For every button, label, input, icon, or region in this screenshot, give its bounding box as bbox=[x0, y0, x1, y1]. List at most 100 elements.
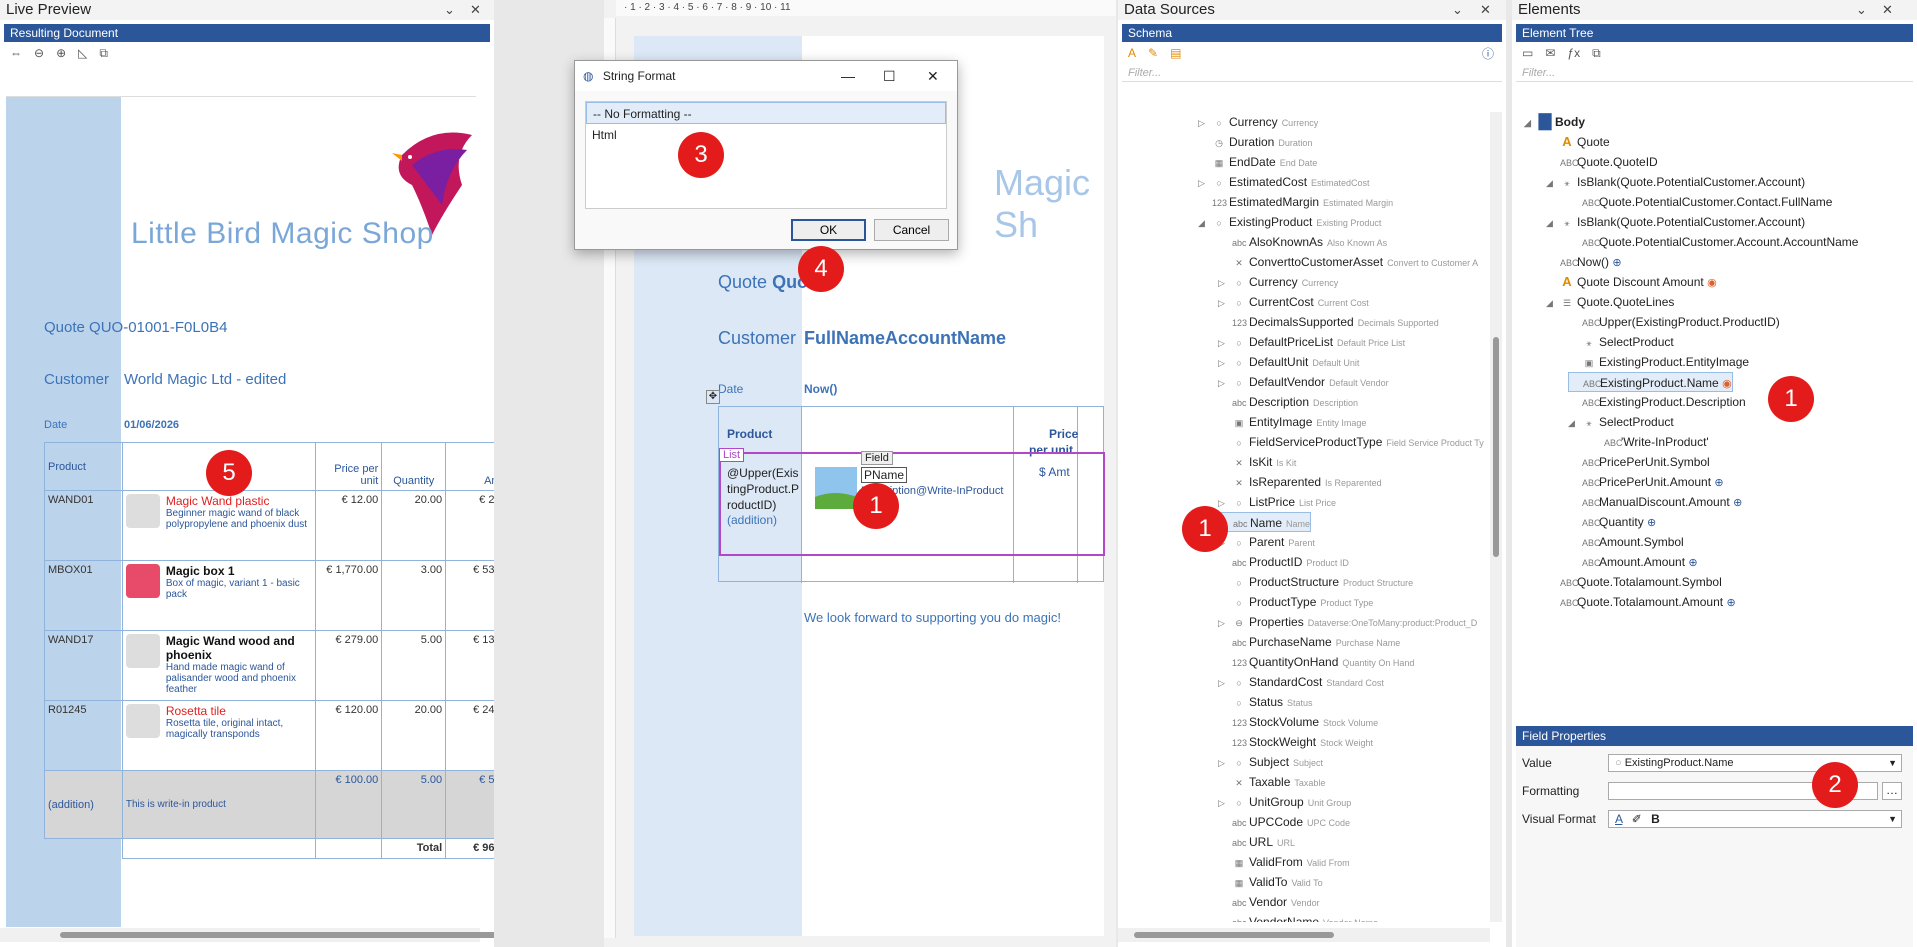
element-node[interactable]: ABCExistingProduct.Description bbox=[1568, 392, 1746, 412]
amount-field[interactable]: $ Amt bbox=[1039, 465, 1070, 479]
element-node[interactable]: ABCQuote.QuoteID bbox=[1546, 152, 1658, 172]
expand-arrow-icon[interactable]: ◢ bbox=[1546, 293, 1556, 313]
dialog-close-icon[interactable]: ✕ bbox=[927, 61, 939, 91]
schema-node[interactable]: ▣ EntityImage Entity Image bbox=[1218, 412, 1367, 432]
schema-filter-input[interactable]: Filter... bbox=[1122, 64, 1502, 82]
schema-node[interactable]: ▦ ValidFrom Valid From bbox=[1218, 852, 1350, 872]
expand-arrow-icon[interactable]: ▷ bbox=[1218, 373, 1228, 393]
note-icon[interactable]: ✉ bbox=[1545, 46, 1555, 60]
schema-node[interactable]: abc ProductID Product ID bbox=[1218, 552, 1349, 572]
schema-node[interactable]: ▷ ○ DefaultVendor Default Vendor bbox=[1218, 372, 1389, 392]
expand-arrow-icon[interactable]: ◢ bbox=[1524, 113, 1534, 133]
schema-node[interactable]: ○ ProductType Product Type bbox=[1218, 592, 1373, 612]
schema-node[interactable]: abc PurchaseName Purchase Name bbox=[1218, 632, 1400, 652]
expand-arrow-icon[interactable]: ▷ bbox=[1218, 333, 1228, 353]
table-icon[interactable]: ▤ bbox=[1170, 46, 1181, 60]
schema-node[interactable]: abc AlsoKnownAs Also Known As bbox=[1218, 232, 1387, 252]
product-name-field[interactable]: PName bbox=[861, 467, 908, 483]
copy-icon[interactable]: ⧉ bbox=[1592, 46, 1601, 61]
schema-node[interactable]: ▦ ValidTo Valid To bbox=[1218, 872, 1323, 892]
schema-node[interactable]: 123 StockWeight Stock Weight bbox=[1218, 732, 1373, 752]
format-option-none[interactable]: -- No Formatting -- bbox=[586, 102, 946, 124]
maximize-icon[interactable]: ☐ bbox=[883, 61, 896, 91]
schema-node[interactable]: ✕ IsKit Is Kit bbox=[1218, 452, 1296, 472]
minimize-icon[interactable]: — bbox=[841, 61, 855, 91]
schema-node[interactable]: ▷ ○ DefaultPriceList Default Price List bbox=[1218, 332, 1405, 352]
schema-node[interactable]: ◷ Duration Duration bbox=[1198, 132, 1312, 152]
text-icon[interactable]: A bbox=[1128, 46, 1136, 60]
schema-node[interactable]: abc Vendor Vendor bbox=[1218, 892, 1320, 912]
expand-arrow-icon[interactable]: ▷ bbox=[1218, 673, 1228, 693]
expand-arrow-icon[interactable]: ▷ bbox=[1218, 793, 1228, 813]
zoom-out-icon[interactable]: ⊖ bbox=[34, 46, 44, 60]
schema-node[interactable]: ✕ IsReparented Is Reparented bbox=[1218, 472, 1381, 492]
horizontal-scrollbar[interactable] bbox=[0, 928, 494, 942]
element-node[interactable]: ABCQuote.Totalamount.Amount ⊕ bbox=[1546, 592, 1736, 612]
editor-date-field[interactable]: Now() bbox=[804, 382, 837, 396]
schema-node[interactable]: ▷ ○ Currency Currency bbox=[1198, 112, 1318, 132]
schema-node[interactable]: ▷ ○ StandardCost Standard Cost bbox=[1218, 672, 1384, 692]
element-filter-input[interactable]: Filter... bbox=[1516, 64, 1913, 82]
schema-node[interactable]: 123 QuantityOnHand Quantity On Hand bbox=[1218, 652, 1414, 672]
schema-node[interactable]: abc Name Name bbox=[1218, 512, 1312, 532]
format-option-html[interactable]: Html bbox=[586, 124, 946, 146]
ruler-icon[interactable]: ◺ bbox=[78, 46, 87, 60]
chevron-down-icon[interactable]: ⌄ bbox=[444, 0, 455, 20]
element-node[interactable]: ◢ ⚹ SelectProduct bbox=[1568, 412, 1674, 432]
element-node[interactable]: ⚹ SelectProduct bbox=[1568, 332, 1673, 352]
expand-arrow-icon[interactable]: ▷ bbox=[1218, 613, 1228, 633]
expand-arrow-icon[interactable]: ▷ bbox=[1198, 113, 1208, 133]
schema-node[interactable]: ▷ ○ CurrentCost Current Cost bbox=[1218, 292, 1369, 312]
element-node[interactable]: ABCAmount.Symbol bbox=[1568, 532, 1684, 552]
expand-arrow-icon[interactable]: ◢ bbox=[1198, 213, 1208, 233]
element-node[interactable]: ABCExistingProduct.Name ◉ bbox=[1568, 372, 1733, 392]
formatting-browse-button[interactable]: … bbox=[1882, 782, 1902, 800]
element-node[interactable]: ▣ ExistingProduct.EntityImage bbox=[1568, 352, 1749, 372]
schema-node[interactable]: ◢ ○ ExistingProduct Existing Product bbox=[1198, 212, 1381, 232]
close-icon[interactable]: ✕ bbox=[1480, 0, 1491, 20]
chevron-down-icon[interactable]: ⌄ bbox=[1452, 0, 1463, 20]
schema-node[interactable]: ▷ ⊖ Properties Dataverse:OneToMany:product:… bbox=[1218, 612, 1477, 632]
schema-node[interactable]: ○ FieldServiceProductType Field Service Pr… bbox=[1218, 432, 1484, 452]
schema-node[interactable]: 123 EstimatedMargin Estimated Margin bbox=[1198, 192, 1393, 212]
schema-node[interactable]: 123 DecimalsSupported Decimals Supported bbox=[1218, 312, 1439, 332]
value-select[interactable]: ○ ExistingProduct.Name ▼ bbox=[1608, 754, 1902, 772]
element-node[interactable]: ABCQuote.PotentialCustomer.Contact.FullN… bbox=[1568, 192, 1832, 212]
close-icon[interactable]: ✕ bbox=[1882, 0, 1893, 20]
element-node[interactable]: ◢ ▇ Body bbox=[1524, 112, 1585, 132]
schema-node[interactable]: abc URL URL bbox=[1218, 832, 1295, 852]
schema-node[interactable]: ✕ Taxable Taxable bbox=[1218, 772, 1325, 792]
expand-arrow-icon[interactable]: ▷ bbox=[1218, 493, 1228, 513]
schema-node[interactable]: ○ Status Status bbox=[1218, 692, 1312, 712]
element-node[interactable]: ◢ ☰ Quote.QuoteLines bbox=[1546, 292, 1674, 312]
fit-width-icon[interactable]: ⇔ bbox=[10, 46, 22, 60]
element-node[interactable]: ABCAmount.Amount ⊕ bbox=[1568, 552, 1698, 572]
element-node[interactable]: ABC'Write-InProduct' bbox=[1590, 432, 1709, 452]
expand-arrow-icon[interactable]: ▷ bbox=[1198, 173, 1208, 193]
element-node[interactable]: ABCPricePerUnit.Amount ⊕ bbox=[1568, 472, 1724, 492]
expand-arrow-icon[interactable]: ▷ bbox=[1218, 293, 1228, 313]
element-node[interactable]: ABCUpper(ExistingProduct.ProductID) bbox=[1568, 312, 1780, 332]
ok-button[interactable]: OK bbox=[791, 219, 866, 241]
expand-arrow-icon[interactable]: ◢ bbox=[1546, 213, 1556, 233]
schema-node[interactable]: ▷ ○ DefaultUnit Default Unit bbox=[1218, 352, 1359, 372]
expand-arrow-icon[interactable]: ▷ bbox=[1218, 753, 1228, 773]
element-node[interactable]: ABCQuote.Totalamount.Symbol bbox=[1546, 572, 1722, 592]
visual-format-select[interactable]: A ✐ B ▼ bbox=[1608, 810, 1902, 828]
pages-icon[interactable]: ⧉ bbox=[99, 46, 108, 61]
schema-horizontal-scrollbar[interactable] bbox=[1118, 928, 1490, 942]
function-icon[interactable]: ƒx bbox=[1567, 46, 1580, 60]
schema-node[interactable]: ▷ ○ Currency Currency bbox=[1218, 272, 1338, 292]
list-tag[interactable]: List bbox=[719, 448, 745, 462]
upper-product-id-field[interactable]: @Upper(ExistingProduct.ProductID) bbox=[727, 465, 801, 513]
schema-node[interactable]: 123 StockVolume Stock Volume bbox=[1218, 712, 1378, 732]
element-node[interactable]: ◢ ⚹ IsBlank(Quote.PotentialCustomer.Accoun… bbox=[1546, 172, 1805, 192]
field-tag[interactable]: Field bbox=[861, 451, 893, 465]
schema-node[interactable]: abc Description Description bbox=[1218, 392, 1358, 412]
element-node[interactable]: A Quote bbox=[1546, 132, 1609, 152]
schema-node[interactable]: abc UPCCode UPC Code bbox=[1218, 812, 1350, 832]
expand-arrow-icon[interactable]: ▷ bbox=[1218, 353, 1228, 373]
zoom-in-icon[interactable]: ⊕ bbox=[56, 46, 66, 60]
schema-node[interactable]: abcVendorNameVendor Name bbox=[1218, 912, 1378, 922]
cancel-button[interactable]: Cancel bbox=[874, 219, 949, 241]
